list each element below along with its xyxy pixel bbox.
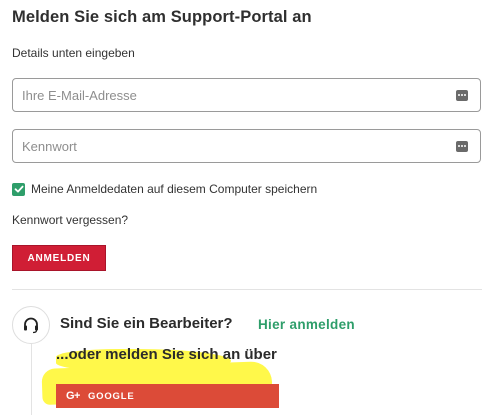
forgot-password-link[interactable]: Kennwort vergessen? [12, 213, 128, 227]
headset-badge [12, 306, 50, 344]
divider [12, 289, 482, 290]
page-subtitle: Details unten eingeben [12, 46, 135, 60]
editor-question: Sind Sie ein Bearbeiter? [60, 315, 233, 332]
email-input[interactable] [13, 79, 480, 111]
remember-me[interactable]: Meine Anmeldedaten auf diesem Computer s… [12, 182, 317, 196]
google-login-button[interactable]: G+ GOOGLE [56, 384, 279, 408]
dots-icon[interactable] [456, 90, 468, 101]
google-plus-icon: G+ [66, 390, 80, 402]
password-field-box[interactable] [12, 129, 481, 163]
editor-login-link[interactable]: Hier anmelden [258, 317, 355, 332]
google-label: GOOGLE [87, 390, 135, 402]
password-input[interactable] [13, 130, 480, 162]
email-field-box[interactable] [12, 78, 481, 112]
checkmark-icon [14, 185, 23, 193]
headset-icon [24, 317, 38, 334]
login-button[interactable]: ANMELDEN [12, 245, 106, 271]
section-rail [31, 344, 32, 415]
login-page: Melden Sie sich am Support-Portal an Det… [0, 0, 500, 415]
page-title: Melden Sie sich am Support-Portal an [12, 8, 312, 26]
social-login-label: ...oder melden Sie sich an über [56, 346, 277, 363]
editor-section: Sind Sie ein Bearbeiter? Hier anmelden .… [12, 306, 492, 415]
remember-checkbox[interactable] [12, 182, 25, 196]
dots-icon[interactable] [456, 141, 468, 152]
remember-label: Meine Anmeldedaten auf diesem Computer s… [31, 182, 318, 196]
